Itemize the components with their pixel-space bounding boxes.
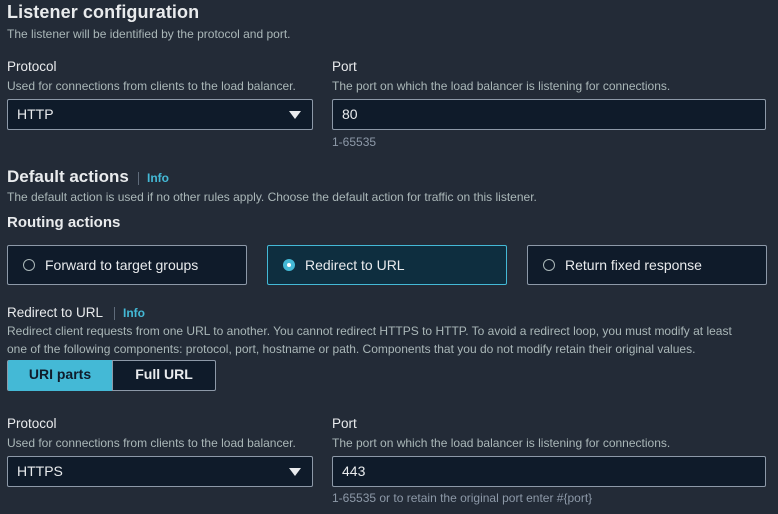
protocol-select[interactable]: HTTP [7,99,313,130]
title-divider [138,172,139,185]
default-actions-info-link[interactable]: Info [147,171,169,185]
protocol-description: Used for connections from clients to the… [7,79,296,93]
redirect-protocol-description: Used for connections from clients to the… [7,436,296,450]
option-forward-to-target-groups[interactable]: Forward to target groups [7,245,247,285]
redirect-protocol-select[interactable]: HTTPS [7,456,313,487]
default-actions-title: Default actions [7,167,129,186]
option-label: Return fixed response [565,257,702,273]
redirect-protocol-label: Protocol [7,416,57,431]
port-label: Port [332,59,357,74]
default-actions-description: The default action is used if no other r… [7,190,537,204]
caret-down-icon [289,468,301,476]
redirect-info-link[interactable]: Info [123,306,145,320]
redirect-mode-segmented-control: URI parts Full URL [7,360,216,391]
redirect-port-description: The port on which the load balancer is l… [332,436,671,450]
segment-uri-parts[interactable]: URI parts [8,360,112,391]
redirect-port-hint: 1-65535 or to retain the original port e… [332,491,593,505]
redirect-description-line-1: Redirect client requests from one URL to… [7,324,732,338]
listener-config-description: The listener will be identified by the p… [7,27,291,41]
redirect-title: Redirect to URL [7,305,104,320]
option-label: Forward to target groups [45,257,199,273]
port-input-value: 80 [342,106,358,122]
redirect-protocol-select-value: HTTPS [17,463,63,479]
option-return-fixed-response[interactable]: Return fixed response [527,245,767,285]
protocol-label: Protocol [7,59,57,74]
option-redirect-to-url[interactable]: Redirect to URL [267,245,507,285]
radio-unchecked-icon [543,259,555,271]
caret-down-icon [289,111,301,119]
radio-checked-icon [283,259,295,271]
routing-actions-title: Routing actions [7,214,121,231]
port-input[interactable]: 80 [332,99,766,130]
option-label: Redirect to URL [305,257,405,273]
radio-unchecked-icon [23,259,35,271]
port-hint: 1-65535 [332,135,377,149]
protocol-select-value: HTTP [17,106,54,122]
redirect-port-label: Port [332,416,357,431]
segment-full-url[interactable]: Full URL [112,360,215,391]
redirect-port-input-value: 443 [342,463,366,479]
redirect-port-input[interactable]: 443 [332,456,766,487]
title-divider [114,307,115,320]
port-description: The port on which the load balancer is l… [332,79,671,93]
redirect-description-line-2: one of the following components: protoco… [7,342,696,356]
listener-config-title: Listener configuration [7,2,200,22]
